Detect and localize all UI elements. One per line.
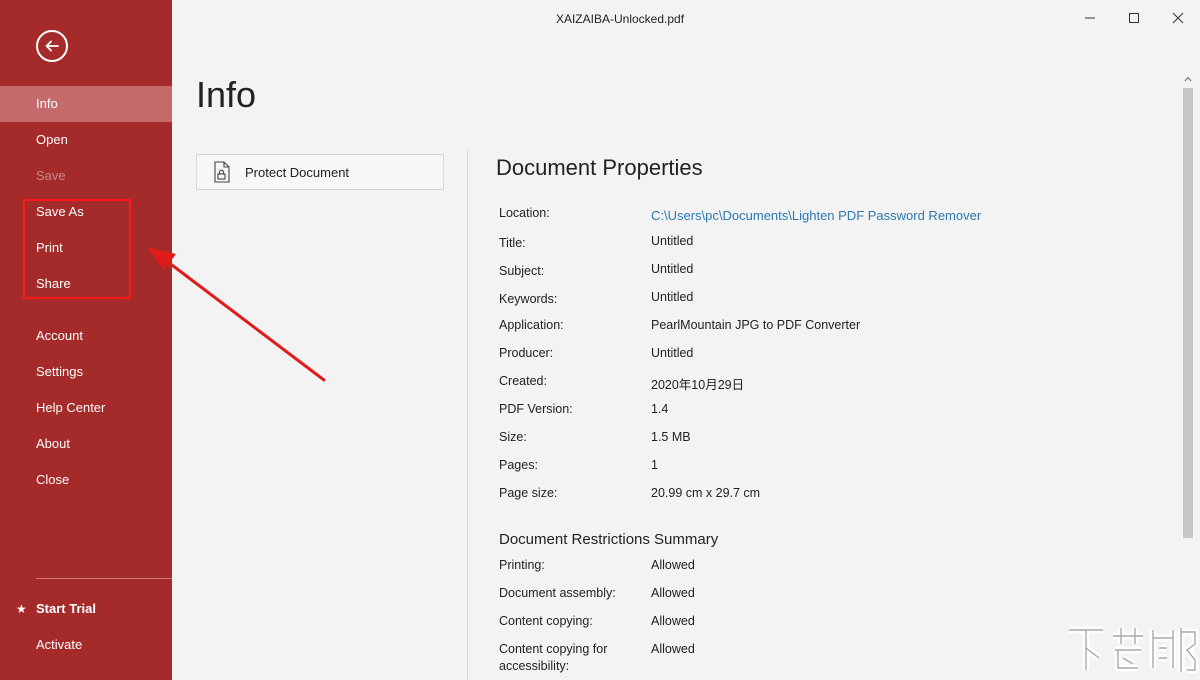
sidebar-item-settings[interactable]: Settings [0, 354, 172, 390]
property-label: Page size: [499, 486, 558, 500]
maximize-button[interactable] [1112, 4, 1156, 32]
restrictions-heading: Document Restrictions Summary [499, 531, 719, 548]
scrollbar-thumb[interactable] [1183, 88, 1193, 538]
property-label: PDF Version: [499, 402, 573, 416]
property-label: Location: [499, 206, 550, 220]
back-button[interactable] [36, 30, 68, 62]
sidebar-item-help-center[interactable]: Help Center [0, 390, 172, 426]
watermark-logo-icon [1069, 626, 1199, 674]
restriction-label: Content copying: [499, 614, 593, 628]
sidebar-item-save: Save [36, 168, 66, 183]
document-lock-icon [214, 161, 230, 183]
close-icon [1172, 12, 1184, 24]
restriction-value: Allowed [651, 642, 695, 656]
vertical-divider [467, 150, 468, 680]
property-value: 2020年10月29日 [651, 378, 745, 392]
sidebar-item-close[interactable]: Close [0, 462, 172, 498]
property-label: Keywords: [499, 292, 558, 306]
maximize-icon [1129, 13, 1139, 23]
scroll-up-button[interactable] [1182, 72, 1194, 86]
restriction-label-continued: accessibility: [499, 659, 570, 673]
protect-document-button[interactable]: Protect Document [196, 154, 444, 190]
sidebar-item-open[interactable]: Open [0, 122, 172, 158]
restriction-value: Allowed [651, 586, 695, 600]
star-icon: ★ [16, 602, 27, 616]
property-value: Untitled [651, 346, 694, 360]
property-value: 20.99 cm x 29.7 cm [651, 486, 761, 500]
restriction-label: Printing: [499, 558, 545, 572]
property-value: PearlMountain JPG to PDF Converter [651, 318, 861, 332]
property-value: Untitled [651, 234, 694, 248]
property-label: Size: [499, 430, 527, 444]
restriction-label: Document assembly: [499, 586, 616, 600]
sidebar: Info Open Save Save As Print Share Accou… [0, 0, 172, 680]
close-window-button[interactable] [1156, 4, 1200, 32]
start-trial-label: Start Trial [36, 601, 96, 616]
sidebar-item-account[interactable]: Account [0, 318, 172, 354]
vertical-scrollbar[interactable] [1182, 72, 1194, 680]
properties-heading: Document Properties [496, 155, 703, 180]
property-label: Created: [499, 374, 547, 388]
property-label: Subject: [499, 264, 545, 278]
window-title: XAIZAIBA-Unlocked.pdf [555, 12, 685, 26]
sidebar-item-about[interactable]: About [0, 426, 172, 462]
restriction-value: Allowed [651, 614, 695, 628]
property-label: Producer: [499, 346, 554, 360]
restriction-value: Allowed [651, 558, 695, 572]
property-label: Pages: [499, 458, 538, 472]
location-link[interactable]: C:\Users\pc\Documents\Lighten PDF Passwo… [651, 208, 981, 223]
start-trial-button[interactable]: ★ Start Trial [0, 591, 172, 627]
title-bar: XAIZAIBA-Unlocked.pdf [172, 0, 1200, 40]
property-value: Untitled [651, 290, 694, 304]
property-value: 1.4 [651, 402, 669, 416]
highlight-box [23, 199, 131, 299]
page-title: Info [196, 74, 257, 115]
property-label: Application: [499, 318, 564, 332]
arrow-left-icon [45, 40, 59, 52]
chevron-up-icon [1184, 76, 1192, 82]
minimize-icon [1085, 17, 1095, 19]
protect-document-label: Protect Document [245, 164, 350, 180]
main-panel: XAIZAIBA-Unlocked.pdf Info Protect Docum… [172, 0, 1200, 680]
property-value: 1 [651, 458, 658, 472]
property-value: Untitled [651, 262, 694, 276]
property-value: 1.5 MB [651, 430, 691, 444]
sidebar-item-info[interactable]: Info [0, 86, 172, 122]
minimize-button[interactable] [1068, 4, 1112, 32]
restriction-label: Content copying for [499, 642, 608, 656]
sidebar-divider [36, 578, 172, 579]
property-label: Title: [499, 236, 526, 250]
activate-button[interactable]: Activate [0, 627, 172, 663]
